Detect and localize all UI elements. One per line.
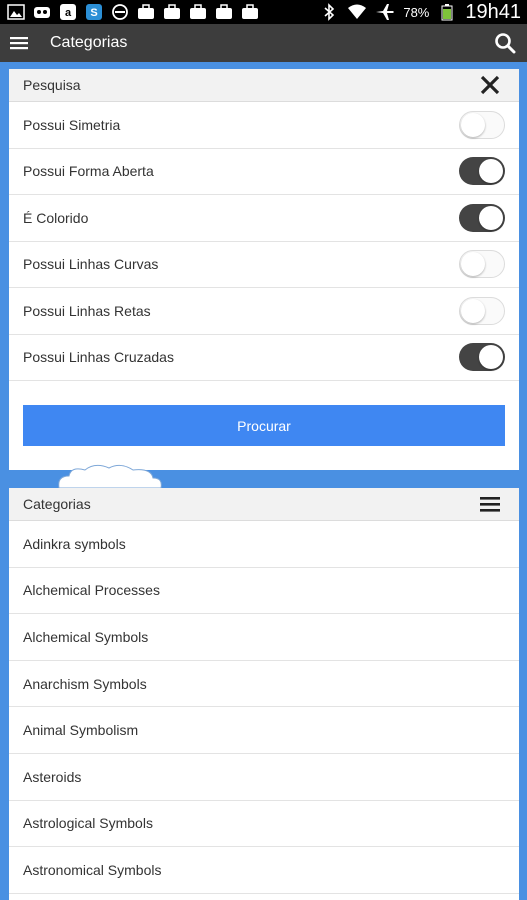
category-label: Animal Symbolism xyxy=(23,722,139,739)
category-label: Asteroids xyxy=(23,768,82,785)
category-list: Adinkra symbols Alchemical Processes Alche… xyxy=(9,521,519,894)
search-icon xyxy=(495,33,516,54)
toggle-knob xyxy=(479,205,503,230)
filter-label: Possui Simetria xyxy=(23,116,121,133)
filter-toggle[interactable] xyxy=(459,296,505,325)
filter-toggle[interactable] xyxy=(459,203,505,232)
search-panel: Pesquisa Possui Simetria Possui Forma Abe… xyxy=(9,69,519,470)
category-label: Anarchism Symbols xyxy=(23,675,147,692)
search-button[interactable] xyxy=(483,24,527,62)
categories-panel-title: Categorias xyxy=(23,496,91,512)
bag-icon xyxy=(214,3,234,21)
toggle-knob xyxy=(461,298,485,323)
toggle-knob xyxy=(479,345,503,370)
filter-toggle[interactable] xyxy=(459,110,505,139)
robot-icon xyxy=(32,3,52,21)
toggle-knob xyxy=(461,112,485,137)
filter-label: Possui Linhas Retas xyxy=(23,302,151,319)
gallery-icon xyxy=(6,3,26,21)
app-bar: Categorias xyxy=(0,24,527,62)
category-item[interactable]: Astrological Symbols xyxy=(9,801,519,848)
amazon-icon: a xyxy=(58,3,78,21)
skype-icon: S xyxy=(84,3,104,21)
filter-label: Possui Linhas Curvas xyxy=(23,256,159,273)
filter-row: Possui Linhas Retas xyxy=(9,288,519,335)
filter-row: Possui Simetria xyxy=(9,102,519,149)
filter-row: Possui Forma Aberta xyxy=(9,149,519,195)
search-panel-header: Pesquisa xyxy=(9,69,519,102)
hamburger-icon xyxy=(10,37,28,50)
bag-icon xyxy=(240,3,260,21)
close-icon xyxy=(480,75,500,95)
svg-text:a: a xyxy=(65,7,72,19)
bag-icon xyxy=(162,3,182,21)
category-item[interactable]: Anarchism Symbols xyxy=(9,661,519,708)
toggle-knob xyxy=(461,252,485,277)
app-title: Categorias xyxy=(50,34,128,51)
bluetooth-icon xyxy=(319,3,339,21)
filter-row: Possui Linhas Curvas xyxy=(9,242,519,288)
category-item[interactable]: Animal Symbolism xyxy=(9,707,519,754)
toggle-knob xyxy=(479,159,503,184)
categories-panel: Categorias Adinkra symbols Alchemical Pro… xyxy=(9,488,519,900)
close-button[interactable] xyxy=(475,70,505,100)
wifi-icon xyxy=(347,3,367,21)
category-item[interactable]: Adinkra symbols xyxy=(9,521,519,568)
search-panel-title: Pesquisa xyxy=(23,77,81,93)
menu-button[interactable] xyxy=(0,24,38,62)
category-label: Alchemical Processes xyxy=(23,582,160,599)
categories-menu-button[interactable] xyxy=(475,489,505,519)
clock: 19h41 xyxy=(465,0,521,23)
category-item[interactable]: Alchemical Symbols xyxy=(9,614,519,661)
category-item[interactable]: Alchemical Processes xyxy=(9,568,519,615)
category-label: Astrological Symbols xyxy=(23,815,153,832)
bag-icon xyxy=(136,3,156,21)
battery-percent: 78% xyxy=(403,4,430,20)
filter-row: Possui Linhas Cruzadas xyxy=(9,335,519,381)
search-submit-button[interactable]: Procurar xyxy=(23,405,505,446)
category-item[interactable]: Astronomical Symbols xyxy=(9,847,519,894)
category-label: Astronomical Symbols xyxy=(23,861,162,878)
filter-label: É Colorido xyxy=(23,209,89,226)
hamburger-icon xyxy=(480,497,500,512)
svg-text:S: S xyxy=(90,7,97,19)
system-icons: 78% 19h41 xyxy=(319,1,521,24)
filter-toggle[interactable] xyxy=(459,343,505,372)
block-icon xyxy=(110,3,130,21)
airplane-icon xyxy=(375,3,395,21)
notification-icons: a S xyxy=(6,3,260,21)
categories-panel-header: Categorias xyxy=(9,488,519,521)
bag-icon xyxy=(188,3,208,21)
category-label: Adinkra symbols xyxy=(23,535,126,552)
filter-label: Possui Forma Aberta xyxy=(23,163,154,180)
filter-list: Possui Simetria Possui Forma Aberta É Colo… xyxy=(9,102,519,381)
status-bar: a S 78% 19h41 xyxy=(0,0,527,24)
filter-toggle[interactable] xyxy=(459,250,505,279)
filter-row: É Colorido xyxy=(9,195,519,242)
cloud-decoration xyxy=(58,464,162,489)
category-label: Alchemical Symbols xyxy=(23,628,149,645)
battery-icon xyxy=(437,3,457,21)
filter-toggle[interactable] xyxy=(459,157,505,186)
filter-label: Possui Linhas Cruzadas xyxy=(23,349,174,366)
category-item[interactable]: Asteroids xyxy=(9,754,519,801)
